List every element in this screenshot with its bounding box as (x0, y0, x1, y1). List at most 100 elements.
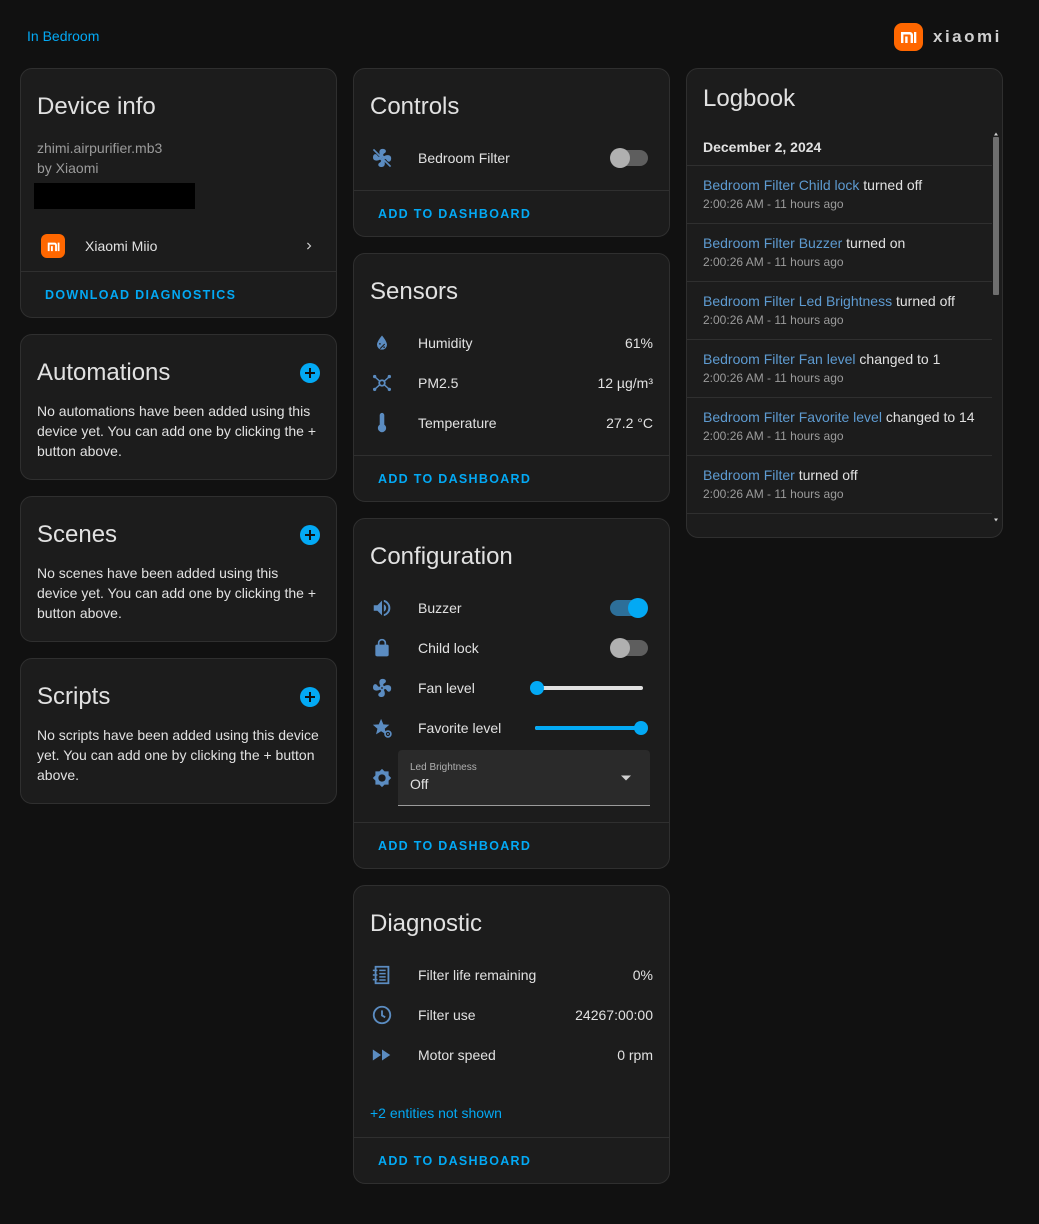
entity-name: Humidity (418, 335, 473, 351)
automations-title: Automations (37, 359, 171, 386)
logbook-card: Logbook December 2, 2024 Bedroom Filter … (686, 68, 1003, 538)
chevron-right-icon (307, 242, 312, 250)
scripts-title: Scripts (37, 683, 111, 710)
log-entity-link[interactable]: Bedroom Filter Child lock (703, 177, 859, 193)
entity-row-temperature[interactable]: Temperature 27.2 °C (354, 403, 669, 443)
plus-icon (305, 368, 315, 378)
led-brightness-select[interactable]: Led Brightness Off (398, 750, 650, 806)
log-entity-link[interactable]: Bedroom Filter Favorite level (703, 409, 882, 425)
log-time: 2:00:26 AM - 11 hours ago (703, 313, 844, 327)
volume-icon (370, 596, 394, 620)
entity-name: Filter use (418, 1007, 476, 1023)
log-action: changed to 1 (859, 351, 941, 367)
add-to-dashboard-button[interactable]: ADD TO DASHBOARD (378, 472, 531, 486)
fast-forward-icon (370, 1043, 394, 1067)
entity-row-humidity[interactable]: Humidity 61% (354, 323, 669, 363)
entity-value: 27.2 °C (606, 415, 653, 431)
add-to-dashboard-button[interactable]: ADD TO DASHBOARD (378, 207, 531, 221)
entity-name: Bedroom Filter (418, 150, 510, 166)
water-percent-icon (370, 331, 394, 355)
controls-card: Controls Bedroom Filter ADD TO DASHBOARD (353, 68, 670, 237)
integration-row[interactable]: Xiaomi Miio (21, 221, 336, 271)
automations-description: No automations have been added using thi… (37, 403, 317, 459)
add-scene-button[interactable] (300, 525, 320, 545)
thermometer-icon (370, 411, 394, 435)
add-to-dashboard-button[interactable]: ADD TO DASHBOARD (378, 1154, 531, 1168)
child-lock-toggle[interactable] (610, 638, 648, 658)
sensors-title: Sensors (370, 278, 459, 305)
add-to-dashboard-button[interactable]: ADD TO DASHBOARD (378, 839, 531, 853)
entity-row-fan-level[interactable]: Fan level (354, 668, 669, 708)
favorite-level-slider[interactable] (535, 718, 648, 738)
brand-logo: xiaomi (894, 23, 1002, 51)
log-entry: Bedroom Filter Fan level changed to 1 2:… (687, 340, 992, 398)
lock-icon (370, 636, 394, 660)
logbook-scrollbar[interactable] (992, 131, 1000, 523)
xiaomi-integration-icon (41, 234, 65, 258)
scenes-card: Scenes No scenes have been added using t… (20, 496, 337, 642)
entity-row-filter-use[interactable]: Filter use 24267:00:00 (354, 995, 669, 1035)
logbook-list[interactable]: December 2, 2024 Bedroom Filter Child lo… (687, 127, 992, 523)
entity-name: PM2.5 (418, 375, 459, 391)
logbook-title: Logbook (703, 85, 796, 112)
scenes-title: Scenes (37, 521, 118, 548)
buzzer-toggle[interactable] (610, 598, 648, 618)
log-time: 2:00:26 AM - 11 hours ago (703, 487, 844, 501)
log-action: turned off (798, 467, 858, 483)
entity-row-filter-life[interactable]: Filter life remaining 0% (354, 955, 669, 995)
download-diagnostics-button[interactable]: DOWNLOAD DIAGNOSTICS (45, 288, 236, 302)
entity-row-pm25[interactable]: PM2.5 12 µg/m³ (354, 363, 669, 403)
log-entity-link[interactable]: Bedroom Filter Led Brightness (703, 293, 892, 309)
entity-name: Favorite level (418, 720, 502, 736)
log-action: turned off (863, 177, 923, 193)
device-info-title: Device info (37, 93, 156, 120)
entity-value: 61% (624, 335, 653, 351)
redacted-block (34, 183, 195, 209)
log-entity-link[interactable]: Bedroom Filter (703, 467, 795, 483)
entity-value: 0% (632, 967, 653, 983)
add-automation-button[interactable] (300, 363, 320, 383)
entity-row-favorite-level[interactable]: Favorite level (354, 708, 669, 748)
log-entry: Bedroom Filter Led Brightness turned off… (687, 282, 992, 340)
diagnostic-title: Diagnostic (370, 910, 483, 937)
area-link[interactable]: In Bedroom (27, 28, 99, 44)
star-cog-icon (370, 716, 394, 740)
entity-row-buzzer[interactable]: Buzzer (354, 588, 669, 628)
configuration-title: Configuration (370, 543, 513, 570)
log-time: 2:00:26 AM - 11 hours ago (703, 255, 844, 269)
entities-not-shown-link[interactable]: +2 entities not shown (354, 1075, 669, 1137)
sensors-card: Sensors Humidity 61% PM2.5 12 µg/m³ Temp… (353, 253, 670, 502)
entity-name: Temperature (418, 415, 497, 431)
logbook-date: December 2, 2024 (687, 127, 992, 166)
scrollbar-thumb[interactable] (993, 137, 999, 295)
entity-name: Buzzer (418, 600, 462, 616)
scroll-down-arrow-icon (994, 518, 998, 522)
fan-level-slider[interactable] (530, 678, 643, 698)
entity-name: Motor speed (418, 1047, 496, 1063)
log-time: 2:00:26 AM - 11 hours ago (703, 371, 844, 385)
log-entity-link[interactable]: Bedroom Filter Fan level (703, 351, 856, 367)
brightness-icon (370, 766, 394, 790)
scripts-description: No scripts have been added using this de… (37, 727, 319, 783)
log-action: turned on (846, 235, 906, 251)
add-script-button[interactable] (300, 687, 320, 707)
log-entry: Bedroom Filter Child lock turned off 2:0… (687, 166, 992, 224)
entity-row-child-lock[interactable]: Child lock (354, 628, 669, 668)
entity-value: 24267:00:00 (575, 1007, 653, 1023)
entity-row-motor-speed[interactable]: Motor speed 0 rpm (354, 1035, 669, 1075)
device-model: zhimi.airpurifier.mb3 (37, 140, 163, 156)
bedroom-filter-toggle[interactable] (610, 148, 648, 168)
xiaomi-logo-icon (894, 23, 923, 51)
automations-card: Automations No automations have been add… (20, 334, 337, 480)
diagnostic-card: Diagnostic Filter life remaining 0% Filt… (353, 885, 670, 1184)
entity-value: 0 rpm (617, 1047, 653, 1063)
select-label: Led Brightness (410, 762, 477, 773)
entity-row-bedroom-filter[interactable]: Bedroom Filter (354, 138, 669, 178)
log-entity-link[interactable]: Bedroom Filter Buzzer (703, 235, 842, 251)
entity-name: Child lock (418, 640, 479, 656)
log-time: 2:00:26 AM - 11 hours ago (703, 197, 844, 211)
fan-off-icon (370, 146, 394, 170)
plus-icon (305, 530, 315, 540)
clock-icon (370, 1003, 394, 1027)
device-manufacturer: by Xiaomi (37, 160, 99, 176)
